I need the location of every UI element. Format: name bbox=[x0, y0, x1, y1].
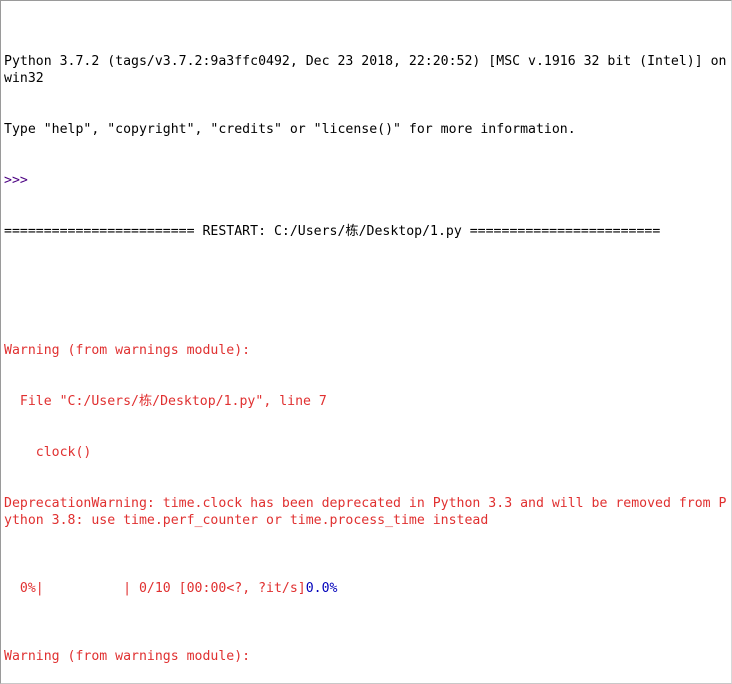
restart-separator: ======================== RESTART: C:/Use… bbox=[4, 224, 661, 239]
banner-version-line: Python 3.7.2 (tags/v3.7.2:9a3ffc0492, De… bbox=[4, 54, 727, 86]
progress-initial-body: 0%| | 0/10 [00:00<?, ?it/s] bbox=[4, 581, 306, 596]
progress-line-initial: 0%| | 0/10 [00:00<?, ?it/s]0.0% bbox=[4, 580, 731, 597]
prompt-initial: >>> bbox=[4, 173, 28, 188]
banner-help-line: Type "help", "copyright", "credits" or "… bbox=[4, 122, 576, 137]
warning1-source: clock() bbox=[4, 445, 92, 460]
progress-initial-percent: 0.0% bbox=[305, 581, 338, 596]
idle-shell-window[interactable]: Python 3.7.2 (tags/v3.7.2:9a3ffc0492, De… bbox=[0, 0, 732, 684]
shell-output-text[interactable]: Python 3.7.2 (tags/v3.7.2:9a3ffc0492, De… bbox=[4, 2, 731, 683]
blank-line-1 bbox=[4, 274, 731, 291]
warning1-header: Warning (from warnings module): bbox=[4, 343, 251, 358]
warning2-header: Warning (from warnings module): bbox=[4, 649, 251, 664]
warning1-message: DeprecationWarning: time.clock has been … bbox=[4, 496, 727, 528]
warning1-file: File "C:/Users/栋/Desktop/1.py", line 7 bbox=[4, 394, 327, 409]
